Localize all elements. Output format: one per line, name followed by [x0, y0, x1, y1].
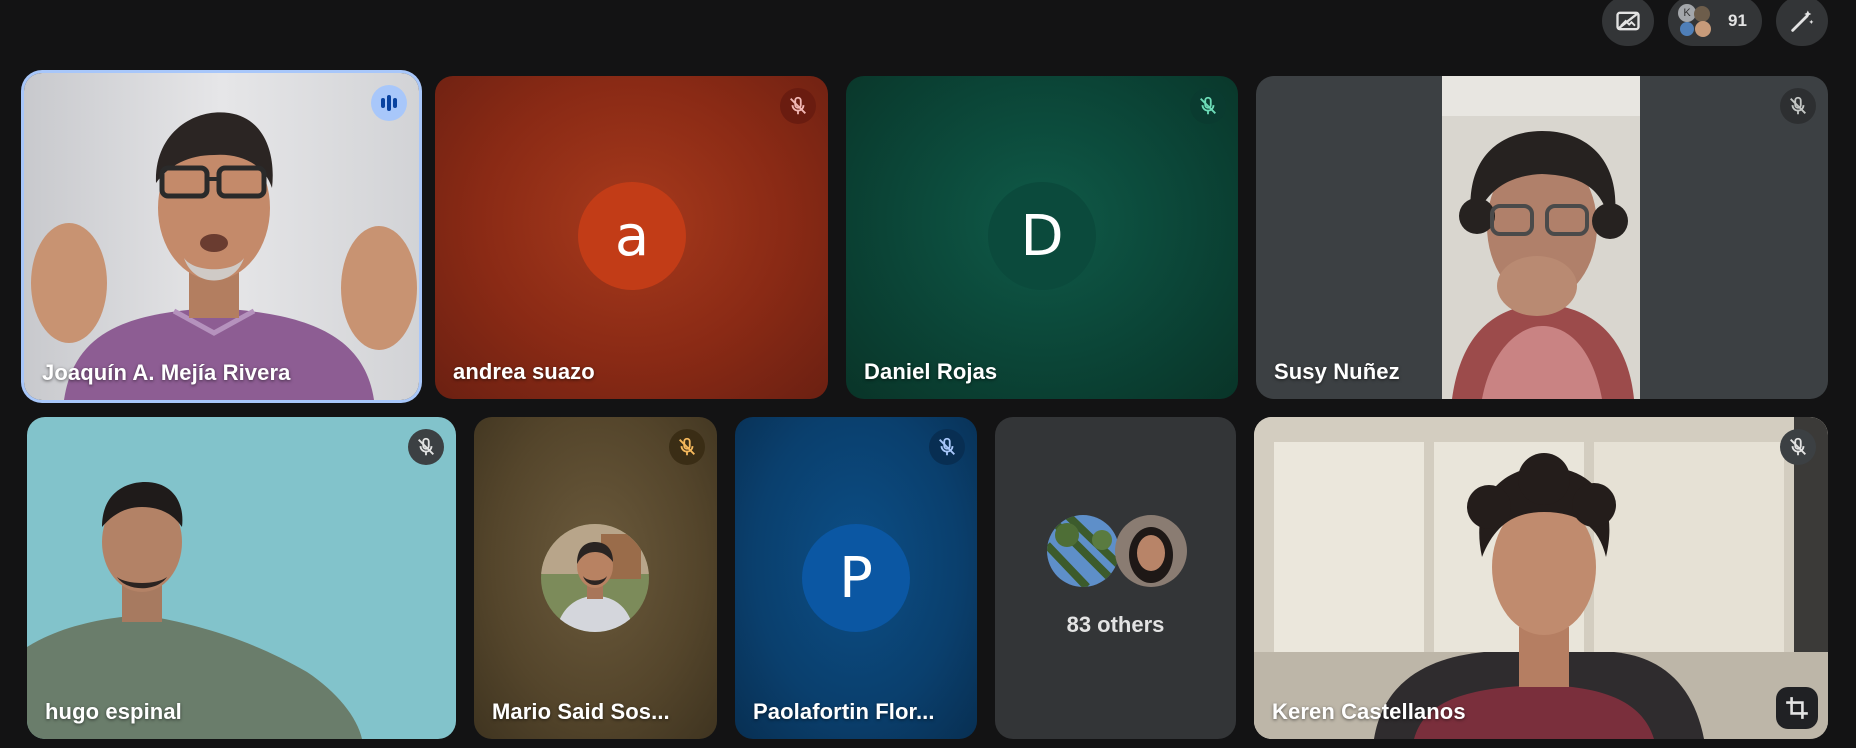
mic-status — [408, 429, 444, 465]
participant-tile[interactable]: Susy Nuñez — [1256, 76, 1828, 399]
participant-avatars: K — [1678, 4, 1712, 38]
magic-pen-icon — [1791, 10, 1814, 32]
avatar — [1047, 515, 1119, 587]
participant-name: Daniel Rojas — [864, 359, 998, 384]
crop-button[interactable] — [1776, 687, 1818, 729]
mic-off-icon — [790, 96, 806, 115]
mic-off-icon — [1790, 437, 1806, 456]
hide-self-icon — [1616, 11, 1640, 31]
participant-tile[interactable]: Joaquín A. Mejía Rivera — [24, 73, 419, 400]
participants-button[interactable]: K 91 — [1668, 0, 1762, 46]
participant-video — [1254, 417, 1828, 739]
participant-tile[interactable]: D Daniel Rojas — [846, 76, 1238, 399]
participant-tile[interactable]: a andrea suazo — [435, 76, 828, 399]
participant-video — [31, 112, 417, 400]
mic-status — [780, 88, 816, 124]
mic-off-icon — [1200, 96, 1216, 115]
others-tile[interactable]: 83 others — [995, 417, 1236, 739]
visual-effects-button[interactable] — [1776, 0, 1828, 46]
avatar — [1680, 22, 1694, 36]
participant-name: Joaquín A. Mejía Rivera — [42, 360, 291, 385]
participant-tile[interactable]: P Paolafortin Flor... — [735, 417, 977, 739]
participant-name: hugo espinal — [45, 699, 182, 724]
mic-status — [1780, 429, 1816, 465]
hide-tiles-button[interactable] — [1602, 0, 1654, 46]
audio-bars-icon — [381, 95, 397, 111]
mic-off-icon — [1790, 96, 1806, 115]
avatar: a — [578, 182, 686, 290]
participant-tile[interactable]: Mario Said Sos... — [474, 417, 717, 739]
participant-name: Paolafortin Flor... — [753, 699, 935, 724]
mic-off-icon — [679, 437, 695, 456]
avatar — [1115, 515, 1187, 587]
avatar — [1695, 21, 1711, 37]
participant-tile[interactable]: hugo espinal — [27, 417, 456, 739]
mic-status — [929, 429, 965, 465]
speaking-indicator — [371, 85, 407, 121]
participant-name: Mario Said Sos... — [492, 699, 670, 724]
participant-count: 91 — [1728, 11, 1747, 30]
mic-status — [1780, 88, 1816, 124]
participant-name: Susy Nuñez — [1274, 359, 1400, 384]
avatar — [541, 524, 649, 632]
avatar — [1694, 6, 1710, 22]
others-count: 83 others — [1066, 612, 1165, 637]
mic-off-icon — [418, 437, 434, 456]
participant-name: Keren Castellanos — [1272, 699, 1466, 724]
participant-name: andrea suazo — [453, 359, 595, 384]
participant-video — [1442, 76, 1640, 399]
participant-video — [27, 482, 362, 739]
crop-icon — [1786, 697, 1808, 719]
mic-status — [1190, 88, 1226, 124]
avatar: P — [802, 524, 910, 632]
mic-status — [669, 429, 705, 465]
mic-off-icon — [939, 437, 955, 456]
participant-tile[interactable]: Keren Castellanos — [1254, 417, 1828, 739]
avatar: D — [988, 182, 1096, 290]
